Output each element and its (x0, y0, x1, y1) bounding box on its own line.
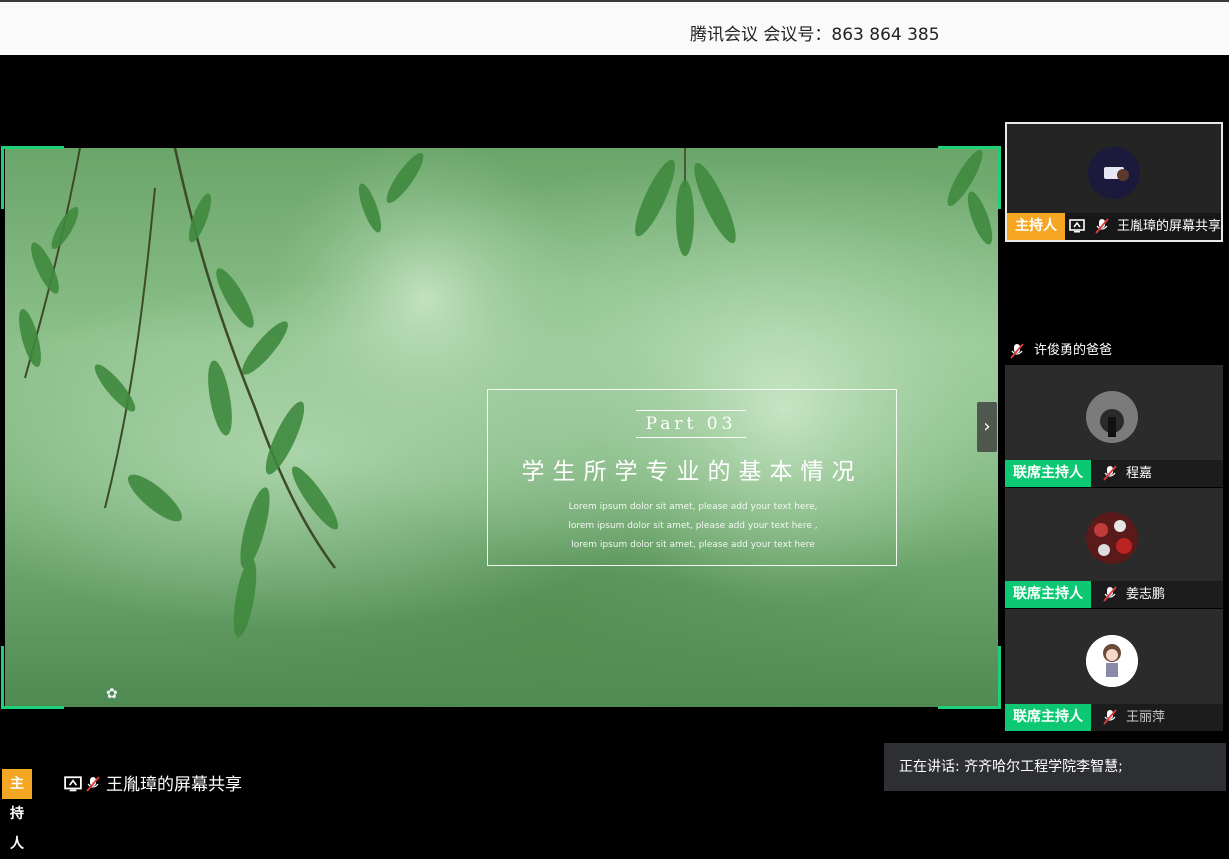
avatar (1086, 635, 1138, 687)
chevron-right-icon: › (983, 416, 991, 437)
cohost-badge: 联席主持人 (1005, 704, 1091, 731)
host-badge: 主持人 (1007, 213, 1065, 240)
screen-share-icon (64, 776, 82, 792)
frame-corner-top-left (1, 146, 64, 209)
mic-muted-icon (1103, 709, 1117, 725)
frame-corner-bottom-left (1, 646, 64, 709)
tile-label-row: 联席主持人 王丽萍 (1005, 704, 1223, 731)
participant-tile-chengjia[interactable]: 联席主持人 程嘉 (1005, 365, 1223, 487)
mic-muted-icon (86, 776, 100, 792)
avatar (1086, 391, 1138, 443)
tile-label-row: 联席主持人 姜志鹏 (1005, 581, 1223, 608)
next-page-button[interactable]: › (977, 402, 997, 452)
participant-name: 许俊勇的爸爸 (1034, 343, 1113, 358)
slide-title: 学生所学专业的基本情况 (521, 459, 863, 485)
participant-name: 程嘉 (1126, 466, 1153, 481)
cohost-badge: 联席主持人 (1005, 460, 1091, 487)
shared-screen-owner: 王胤璋的屏幕共享 (106, 775, 242, 795)
tile-label-row: 联席主持人 程嘉 (1005, 460, 1223, 487)
mic-muted-icon (1103, 465, 1117, 481)
slide-part-label: Part 03 (636, 410, 746, 438)
tile-label-row: 主持人 王胤璋的屏幕共享 (1007, 213, 1221, 240)
mic-muted-icon (1103, 586, 1117, 602)
frame-corner-bottom-right (938, 646, 1001, 709)
slide-body-text: Lorem ipsum dolor sit amet, please add y… (568, 502, 818, 550)
participant-tile-screen-share[interactable]: 主持人 王胤璋的屏幕共享 (1005, 122, 1223, 242)
participant-tile-jiangzhipeng[interactable]: 联席主持人 姜志鹏 (1005, 488, 1223, 608)
avatar (1088, 147, 1140, 199)
mic-muted-icon (1095, 218, 1109, 234)
title-bar: 腾讯会议 会议号：863 864 385 (0, 0, 1229, 55)
participant-name: 姜志鹏 (1126, 587, 1166, 602)
avatar (1086, 512, 1138, 564)
frame-corner-top-right (938, 146, 1001, 209)
pinwheel-icon: ✿ (106, 686, 118, 702)
cohost-badge: 联席主持人 (1005, 581, 1091, 608)
participant-name: 王丽萍 (1126, 710, 1166, 725)
screen-share-icon (1069, 219, 1085, 233)
participant-name: 王胤璋的屏幕共享 (1117, 219, 1222, 234)
mic-muted-icon (1010, 343, 1024, 359)
host-badge: 主持人 (2, 769, 32, 852)
meeting-title: 腾讯会议 会议号：863 864 385 (690, 25, 940, 45)
slide-textbox: Part 03 学生所学专业的基本情况 Lorem ipsum dolor si… (487, 389, 897, 566)
shared-screen[interactable]: Part 03 学生所学专业的基本情况 Lorem ipsum dolor si… (5, 148, 998, 707)
speaking-indicator: 正在讲话: 齐齐哈尔工程学院李智慧; (884, 743, 1226, 791)
participant-tile-wangliping[interactable]: 联席主持人 王丽萍 (1005, 609, 1223, 731)
